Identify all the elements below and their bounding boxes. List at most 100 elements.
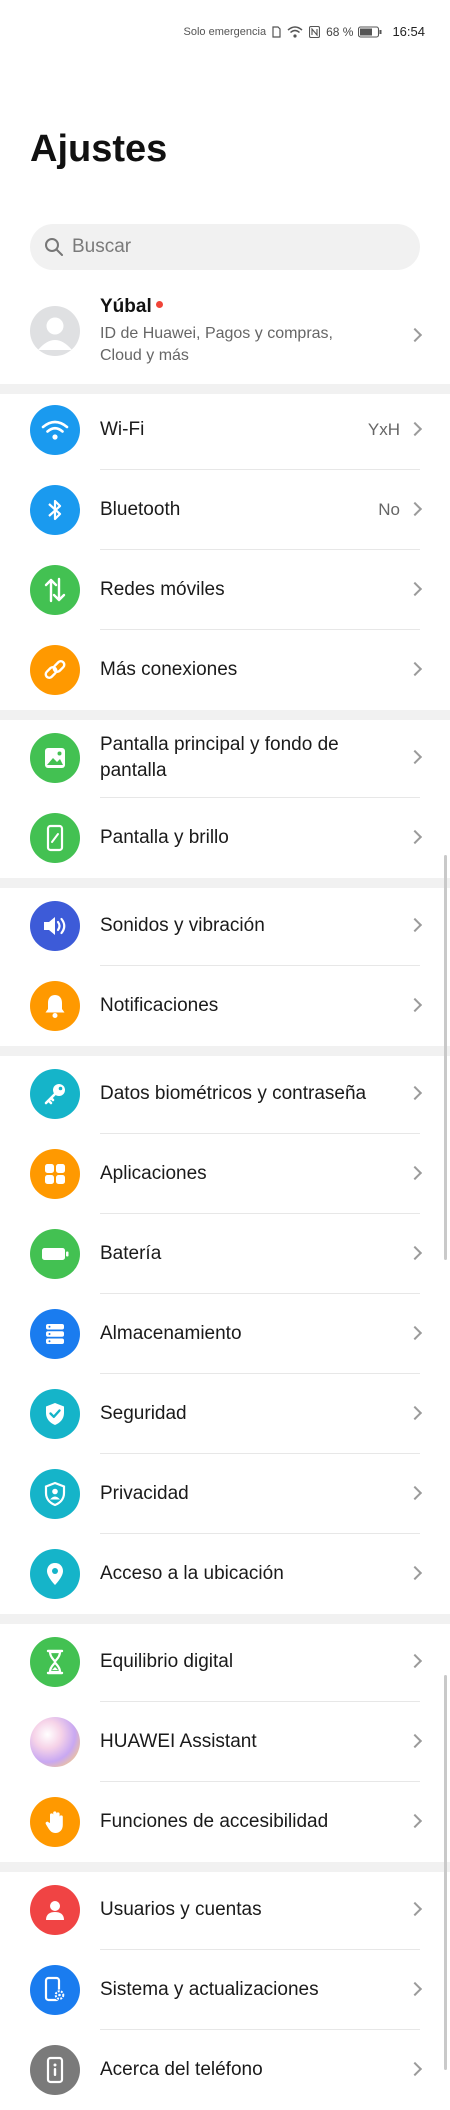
- hourglass-icon: [30, 1637, 80, 1687]
- search-bar[interactable]: Buscar: [30, 224, 420, 270]
- chevron-right-icon: [407, 2061, 423, 2077]
- apps-grid-icon: [30, 1149, 80, 1199]
- sim-icon: [272, 25, 281, 38]
- settings-item-battery[interactable]: Batería: [0, 1214, 450, 1294]
- chevron-right-icon: [407, 1813, 423, 1829]
- settings-item-label: Privacidad: [100, 1483, 189, 1504]
- chevron-right-icon: [407, 1981, 423, 1997]
- hand-icon: [30, 1797, 80, 1847]
- settings-item-label: Más conexiones: [100, 659, 238, 680]
- page-title: Ajustes: [30, 128, 168, 170]
- settings-item-mobile-networks[interactable]: Redes móviles: [0, 550, 450, 630]
- location-pin-icon: [30, 1549, 80, 1599]
- search-placeholder: Buscar: [72, 236, 132, 257]
- settings-item-label: Seguridad: [100, 1403, 187, 1424]
- phone-brightness-icon: [30, 813, 80, 863]
- settings-item-label: Pantalla principal y fondo de pantalla: [100, 734, 339, 781]
- chevron-right-icon: [407, 1325, 423, 1341]
- chevron-right-icon: [407, 1405, 423, 1421]
- settings-item-label: Wi-Fi: [100, 419, 145, 440]
- settings-item-label: Sonidos y vibración: [100, 915, 265, 936]
- settings-item-applications[interactable]: Aplicaciones: [0, 1134, 450, 1214]
- account-row[interactable]: Yúbal ID de Huawei, Pagos y compras, Clo…: [0, 286, 450, 384]
- settings-item-security[interactable]: Seguridad: [0, 1374, 450, 1454]
- battery-percent: 68 %: [326, 24, 354, 39]
- settings-item-bluetooth[interactable]: Bluetooth No: [0, 470, 450, 550]
- settings-item-value: YxH: [367, 420, 400, 439]
- settings-item-label: Acceso a la ubicación: [100, 1563, 284, 1584]
- avatar: [30, 306, 80, 356]
- chevron-right-icon: [407, 421, 423, 437]
- settings-item-privacy[interactable]: Privacidad: [0, 1454, 450, 1534]
- phone-settings-icon: [30, 1965, 80, 2015]
- bluetooth-icon: [30, 485, 80, 535]
- battery-icon: [30, 1229, 80, 1279]
- chevron-right-icon: [407, 1733, 423, 1749]
- settings-item-users-accounts[interactable]: Usuarios y cuentas: [0, 1870, 450, 1950]
- status-bar: Solo emergencia 68 % 16:54: [0, 0, 450, 66]
- settings-item-label: Bluetooth: [100, 499, 181, 520]
- account-subtitle: ID de Huawei, Pagos y compras, Cloud y m…: [100, 325, 333, 364]
- settings-item-label: Datos biométricos y contraseña: [100, 1083, 367, 1104]
- link-icon: [30, 645, 80, 695]
- settings-item-value: No: [378, 500, 400, 519]
- settings-item-accessibility[interactable]: Funciones de accesibilidad: [0, 1782, 450, 1862]
- user-icon: [30, 1885, 80, 1935]
- chevron-right-icon: [407, 1085, 423, 1101]
- settings-item-location-access[interactable]: Acceso a la ubicación: [0, 1534, 450, 1614]
- image-icon: [30, 733, 80, 783]
- account-name-line: Yúbal: [100, 296, 163, 318]
- scrollbar[interactable]: [444, 855, 447, 1260]
- scrollbar-lower[interactable]: [444, 1675, 447, 2070]
- settings-item-huawei-assistant[interactable]: HUAWEI Assistant: [0, 1702, 450, 1782]
- settings-item-label: Batería: [100, 1243, 162, 1264]
- chevron-right-icon: [407, 997, 423, 1013]
- nfc-icon: [309, 25, 321, 38]
- settings-item-digital-balance[interactable]: Equilibrio digital: [0, 1622, 450, 1702]
- wifi-icon: [30, 405, 80, 455]
- phone-info-icon: [30, 2045, 80, 2095]
- battery-status-icon: [358, 25, 382, 38]
- settings-item-display-brightness[interactable]: Pantalla y brillo: [0, 798, 450, 878]
- chevron-right-icon: [407, 581, 423, 597]
- chevron-right-icon: [407, 327, 423, 343]
- storage-icon: [30, 1309, 80, 1359]
- settings-item-label: Sistema y actualizaciones: [100, 1979, 319, 2000]
- clock: 16:54: [392, 24, 425, 39]
- settings-item-label: Equilibrio digital: [100, 1651, 234, 1672]
- settings-item-storage[interactable]: Almacenamiento: [0, 1294, 450, 1374]
- account-name: Yúbal: [100, 296, 152, 317]
- chevron-right-icon: [407, 1165, 423, 1181]
- settings-item-biometrics-password[interactable]: Datos biométricos y contraseña: [0, 1054, 450, 1134]
- privacy-shield-icon: [30, 1469, 80, 1519]
- emergency-status: Solo emergencia: [183, 25, 267, 38]
- settings-item-home-screen-wallpaper[interactable]: Pantalla principal y fondo de pantalla: [0, 718, 450, 798]
- chevron-right-icon: [407, 1485, 423, 1501]
- settings-item-sounds-vibration[interactable]: Sonidos y vibración: [0, 886, 450, 966]
- settings-item-about-phone[interactable]: Acerca del teléfono: [0, 2030, 450, 2110]
- chevron-right-icon: [407, 1565, 423, 1581]
- settings-item-notifications[interactable]: Notificaciones: [0, 966, 450, 1046]
- chevron-right-icon: [407, 829, 423, 845]
- settings-item-label: Acerca del teléfono: [100, 2059, 263, 2080]
- notification-dot: [155, 301, 163, 308]
- key-icon: [30, 1069, 80, 1119]
- chevron-right-icon: [407, 917, 423, 933]
- wifi-status-icon: [287, 25, 303, 38]
- status-bar-right: Solo emergencia 68 % 16:54: [184, 24, 425, 39]
- settings-item-label: Usuarios y cuentas: [100, 1899, 262, 1920]
- settings-item-wifi[interactable]: Wi-Fi YxH: [0, 390, 450, 470]
- settings-item-more-connections[interactable]: Más conexiones: [0, 630, 450, 710]
- mobile-network-icon: [30, 565, 80, 615]
- chevron-right-icon: [407, 661, 423, 677]
- user-silhouette-icon: [38, 317, 72, 350]
- shield-check-icon: [30, 1389, 80, 1439]
- settings-item-label: HUAWEI Assistant: [100, 1731, 257, 1752]
- chevron-right-icon: [407, 1901, 423, 1917]
- settings-item-label: Redes móviles: [100, 579, 225, 600]
- settings-item-label: Funciones de accesibilidad: [100, 1811, 329, 1832]
- chevron-right-icon: [407, 749, 423, 765]
- settings-item-label: Almacenamiento: [100, 1323, 242, 1344]
- chevron-right-icon: [407, 1245, 423, 1261]
- settings-item-system-updates[interactable]: Sistema y actualizaciones: [0, 1950, 450, 2030]
